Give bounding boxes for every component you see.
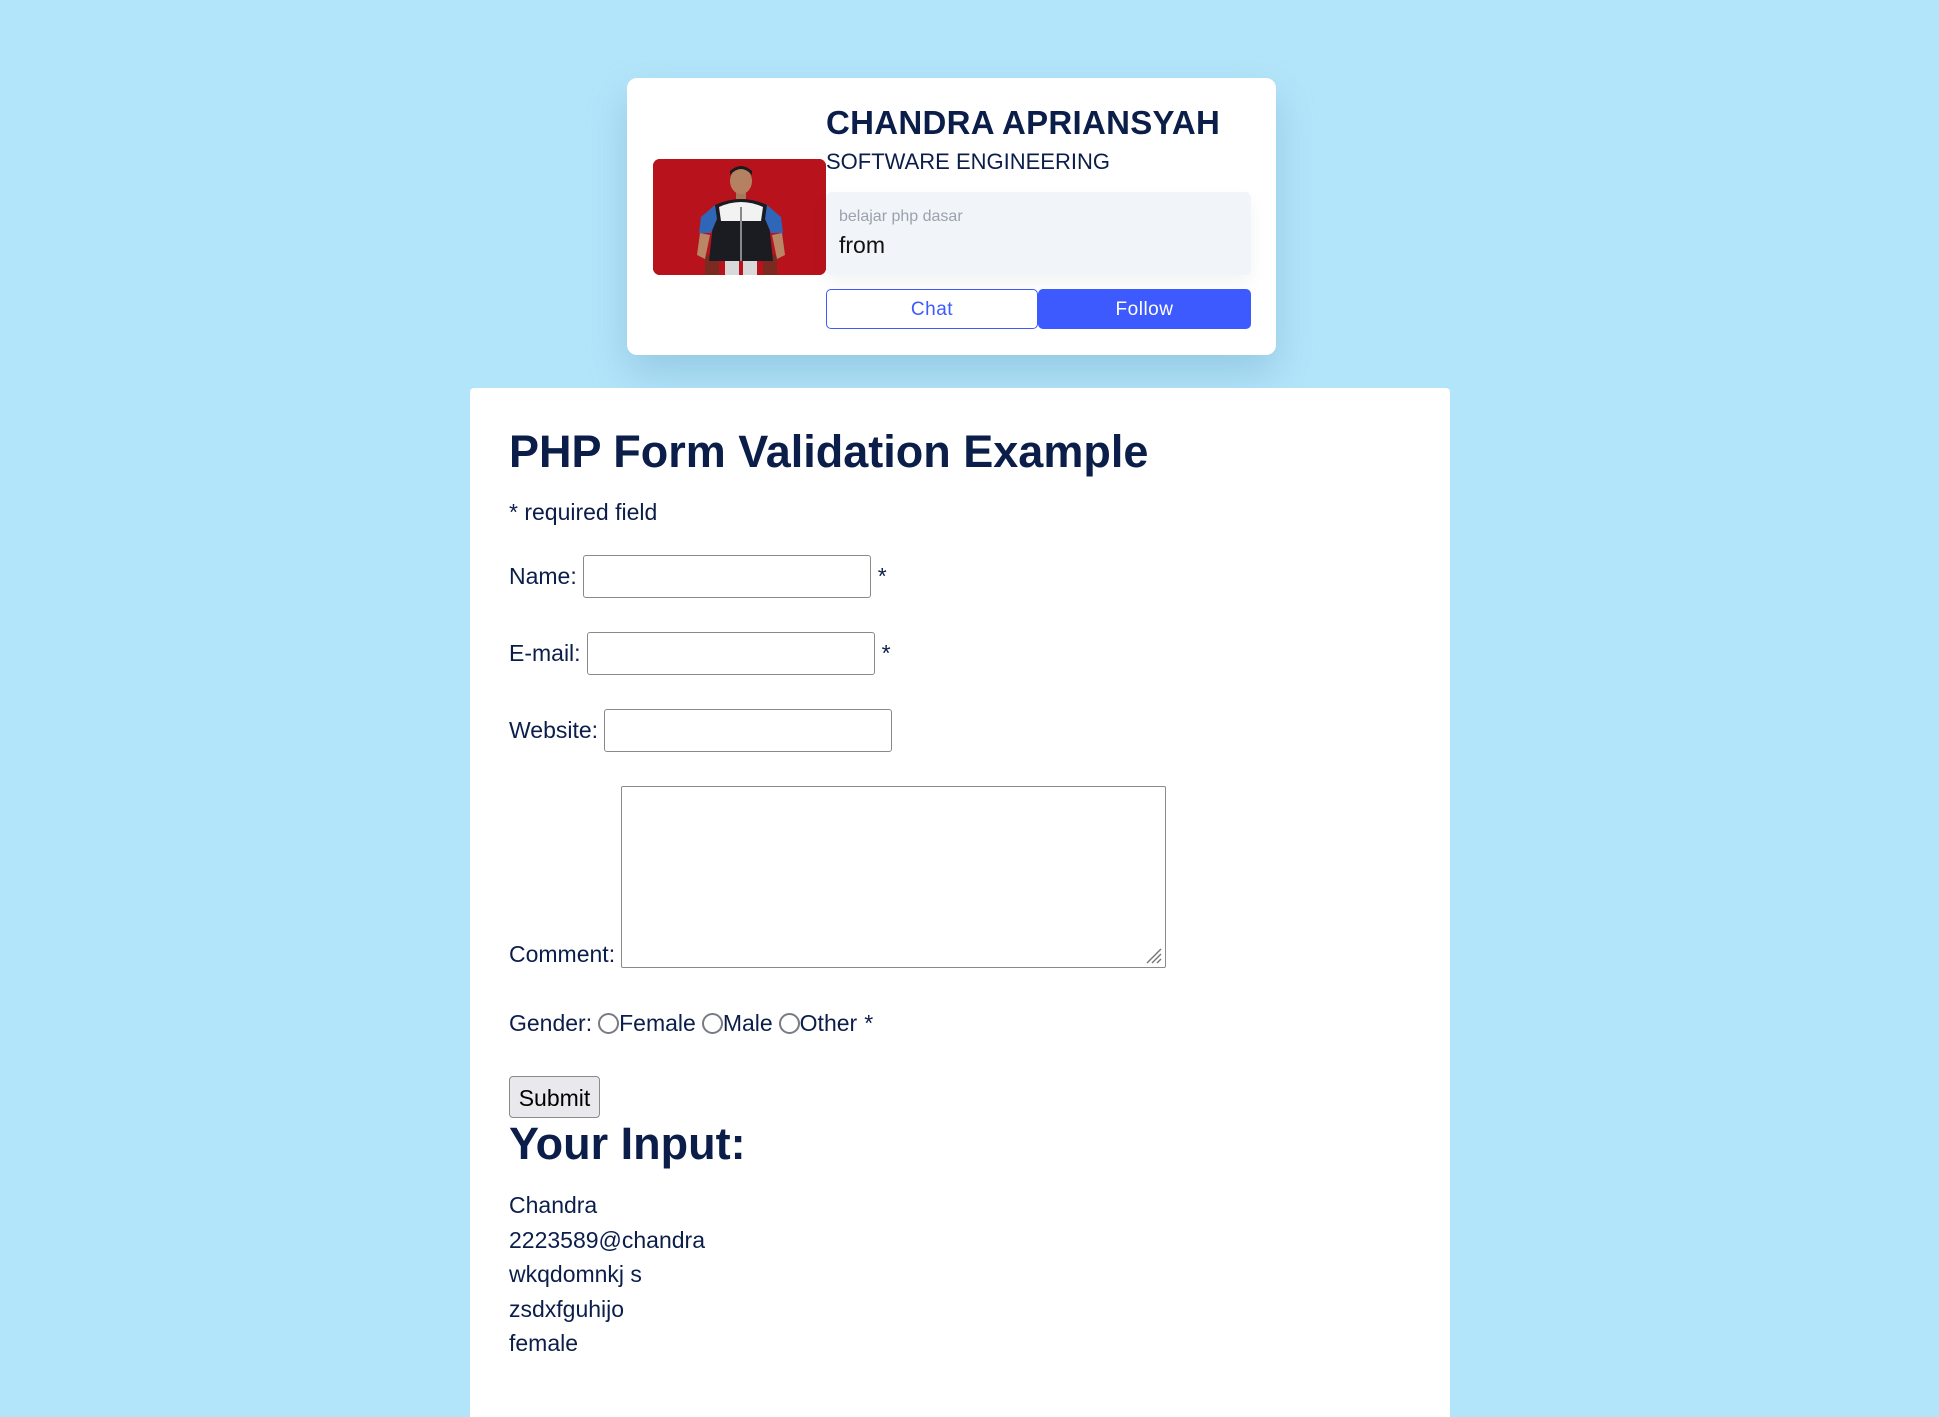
email-row: E-mail: * — [509, 632, 891, 675]
output-line: female — [509, 1330, 579, 1356]
avatar — [653, 159, 826, 275]
output-list: Chandra 2223589@chandra wkqdomnkj s zsdx… — [509, 1188, 705, 1361]
form-card: PHP Form Validation Example * required f… — [470, 388, 1450, 1417]
chat-button[interactable]: Chat — [826, 289, 1038, 329]
website-row: Website: — [509, 709, 893, 752]
radio-male-label: Male — [722, 1010, 773, 1036]
name-required-star: * — [877, 563, 887, 589]
name-row: Name: * — [509, 555, 887, 598]
radio-female-label: Female — [619, 1010, 696, 1036]
output-line: Chandra — [509, 1192, 598, 1218]
form-title: PHP Form Validation Example — [509, 426, 1149, 477]
comment-textarea[interactable] — [621, 786, 1167, 968]
email-input[interactable] — [586, 632, 875, 675]
submit-button[interactable]: Submit — [509, 1076, 600, 1118]
output-line: wkqdomnkj s — [509, 1261, 642, 1287]
radio-other-label: Other — [799, 1010, 858, 1036]
resize-grip-icon[interactable] — [1144, 946, 1162, 964]
radio-other[interactable] — [778, 1013, 800, 1034]
follow-button[interactable]: Follow — [1038, 289, 1251, 329]
output-line: zsdxfguhijo — [509, 1295, 625, 1322]
required-note: * required field — [509, 499, 658, 525]
email-label: E-mail: — [509, 640, 581, 666]
name-input[interactable] — [582, 555, 871, 598]
gender-required-star: * — [864, 1010, 874, 1036]
profile-name: CHANDRA APRIANSYAH — [826, 104, 1221, 141]
radio-male[interactable] — [701, 1013, 723, 1034]
profile-role: SOFTWARE ENGINEERING — [826, 149, 1110, 174]
info-caption: belajar php dasar — [839, 208, 963, 225]
comment-label: Comment: — [509, 941, 616, 967]
website-input[interactable] — [604, 709, 893, 752]
profile-info-box: belajar php dasar from — [826, 192, 1251, 275]
info-value: from — [839, 232, 885, 258]
comment-row: Comment: — [509, 786, 1167, 968]
profile-photo — [653, 159, 826, 275]
output-line: 2223589@chandra — [509, 1226, 706, 1253]
email-required-star: * — [881, 640, 891, 666]
radio-female[interactable] — [598, 1013, 620, 1034]
name-label: Name: — [509, 563, 577, 589]
your-input-title: Your Input: — [509, 1118, 746, 1169]
website-label: Website: — [509, 717, 599, 743]
gender-row: Gender: Female Male Other * — [509, 1010, 873, 1037]
profile-card: CHANDRA APRIANSYAH SOFTWARE ENGINEERING … — [627, 78, 1276, 355]
gender-label: Gender: — [509, 1010, 593, 1036]
